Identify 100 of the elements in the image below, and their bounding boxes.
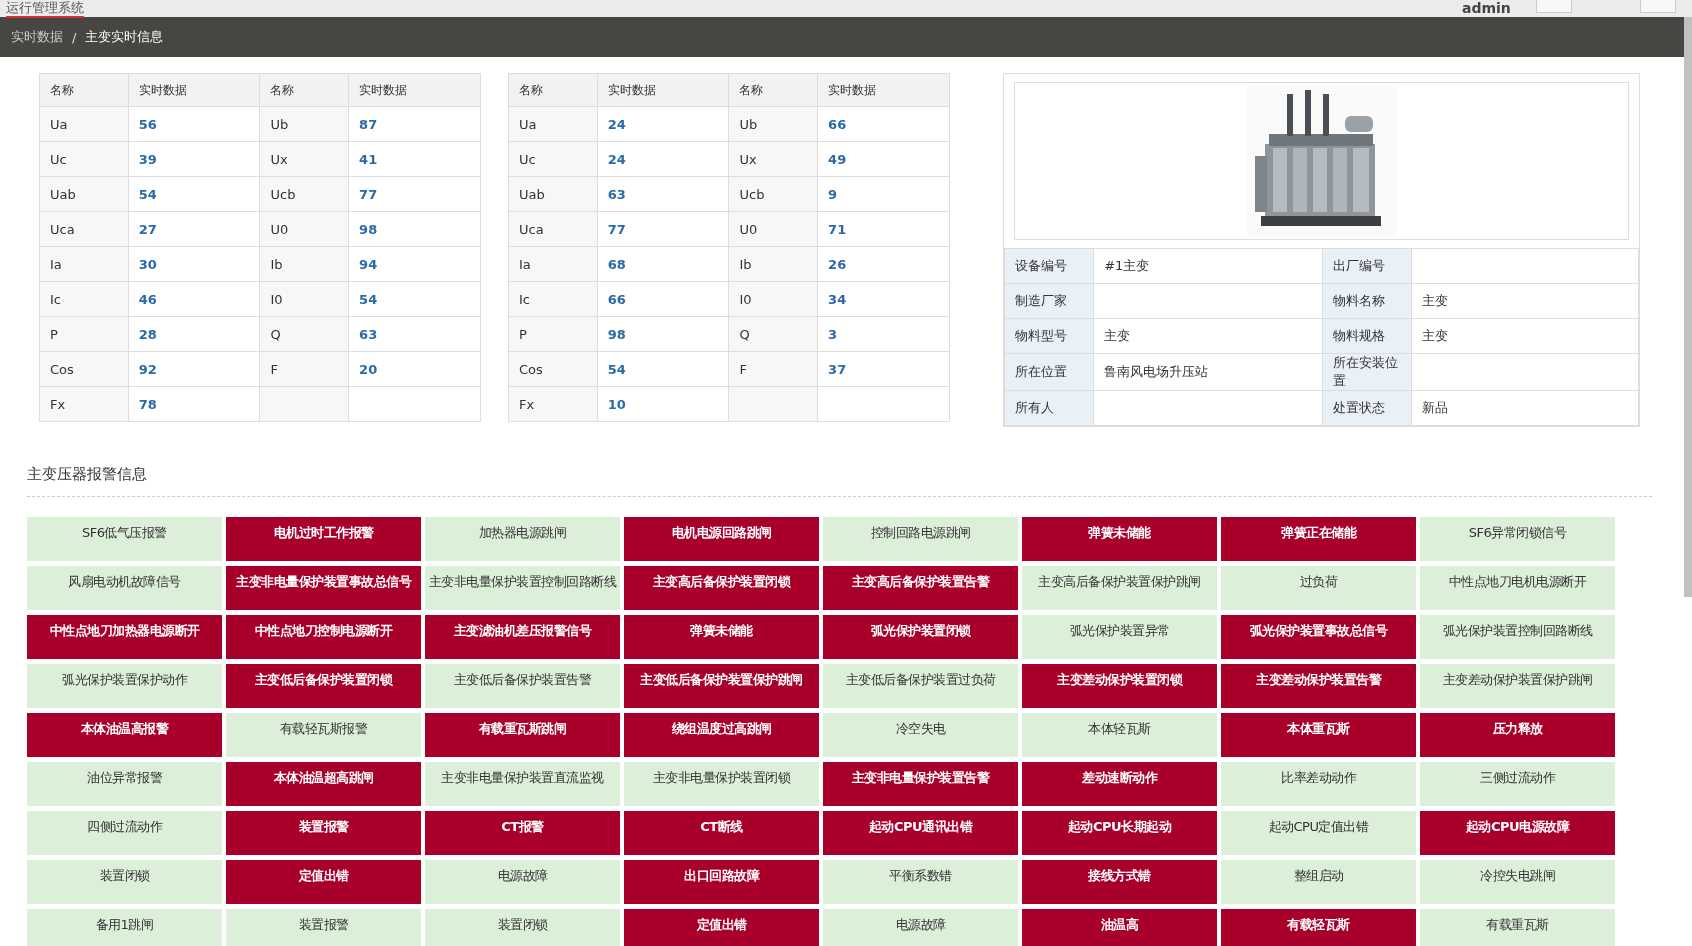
alarm-indicator: 备用1跳闸 [27, 909, 222, 946]
field-label: 物料型号 [1004, 318, 1094, 354]
table-cell: 3 [817, 316, 950, 352]
user-name: admin [1462, 0, 1511, 17]
column-header: 名称 [260, 73, 349, 107]
alarm-indicator: 主变低后备保护装置过负荷 [823, 664, 1018, 708]
alarm-indicator: 中性点地刀控制电源断开 [226, 615, 421, 659]
table-cell: 24 [597, 141, 729, 177]
alarm-indicator: 电机电源回路跳闸 [624, 517, 819, 561]
table-cell: U0 [729, 211, 818, 247]
alarm-indicator: 弹簧正在储能 [1221, 517, 1416, 561]
alarm-indicator: 接线方式错 [1022, 860, 1217, 904]
table-cell: Ia [39, 246, 129, 282]
alarm-indicator: 主变高后备保护装置保护跳闸 [1022, 566, 1217, 610]
alarm-indicator: 三侧过流动作 [1420, 762, 1615, 806]
section-title: 主变压器报警信息 [27, 465, 147, 484]
table-cell: Ub [729, 106, 818, 142]
table-cell: Ib [729, 246, 818, 282]
alarm-indicator: 冷控失电跳闸 [1420, 860, 1615, 904]
table-cell: I0 [260, 281, 349, 317]
alarm-indicator: CT报警 [425, 811, 620, 855]
table-cell: 26 [817, 246, 950, 282]
field-value: #1主变 [1093, 248, 1323, 284]
field-label: 所在安装位置 [1322, 353, 1412, 391]
alarm-indicator: 主变差动保护装置告警 [1221, 664, 1416, 708]
alarm-indicator: 过负荷 [1221, 566, 1416, 610]
table-cell: Uab [39, 176, 129, 212]
table-cell: 28 [128, 316, 260, 352]
alarm-indicator: SF6异常闭锁信号 [1420, 517, 1615, 561]
table-cell: Ia [508, 246, 598, 282]
toolbar-button[interactable] [1640, 0, 1676, 13]
alarm-indicator: 有载重瓦斯 [1420, 909, 1615, 946]
alarm-indicator: 弧光保护装置事故总信号 [1221, 615, 1416, 659]
table-cell: 94 [348, 246, 481, 282]
field-label: 物料名称 [1322, 283, 1412, 319]
toolbar-button[interactable] [1536, 0, 1572, 13]
table-cell: Cos [508, 351, 598, 387]
table-cell: 87 [348, 106, 481, 142]
table-cell: Ic [508, 281, 598, 317]
alarm-indicator: 压力释放 [1420, 713, 1615, 757]
alarm-indicator: 平衡系数错 [823, 860, 1018, 904]
table-cell: 41 [348, 141, 481, 177]
alarm-indicator: 主变低后备保护装置闭锁 [226, 664, 421, 708]
column-header: 名称 [39, 73, 129, 107]
alarm-indicator: 装置报警 [226, 909, 421, 946]
table-cell: 30 [128, 246, 260, 282]
field-label: 所有人 [1004, 390, 1094, 426]
table-cell: Ucb [729, 176, 818, 212]
scrollbar[interactable] [1684, 17, 1692, 597]
alarm-indicator: 起动CPU通讯出错 [823, 811, 1018, 855]
alarm-indicator: 本体轻瓦斯 [1022, 713, 1217, 757]
alarm-indicator: 装置报警 [226, 811, 421, 855]
table-cell: Fx [508, 386, 598, 422]
table-cell: Cos [39, 351, 129, 387]
column-header: 实时数据 [817, 73, 950, 107]
alarm-indicator: 有载重瓦斯跳闸 [425, 713, 620, 757]
table-cell: 68 [597, 246, 729, 282]
table-cell: 78 [128, 386, 260, 422]
alarm-indicator: 有载轻瓦斯报警 [226, 713, 421, 757]
column-header: 实时数据 [348, 73, 481, 107]
field-label: 所在位置 [1004, 353, 1094, 391]
alarm-indicator: 弧光保护装置控制回路断线 [1420, 615, 1615, 659]
table-cell: Uca [508, 211, 598, 247]
table-cell: P [508, 316, 598, 352]
table-cell: 77 [348, 176, 481, 212]
table-cell: 27 [128, 211, 260, 247]
alarm-indicator: 弧光保护装置异常 [1022, 615, 1217, 659]
table-cell: 34 [817, 281, 950, 317]
alarm-indicator: CT断线 [624, 811, 819, 855]
field-value: 鲁南风电场升压站 [1093, 353, 1323, 391]
alarm-indicator: 主变非电量保护装置闭锁 [624, 762, 819, 806]
alarm-indicator: 弧光保护装置保护动作 [27, 664, 222, 708]
table-cell: 98 [348, 211, 481, 247]
alarm-indicator: 本体油温高报警 [27, 713, 222, 757]
alarm-indicator: 电机过时工作报警 [226, 517, 421, 561]
table-cell: Uc [39, 141, 129, 177]
field-value: 主变 [1411, 283, 1639, 319]
table-cell: Uab [508, 176, 598, 212]
alarm-indicator: 起动CPU定值出错 [1221, 811, 1416, 855]
column-header: 名称 [729, 73, 818, 107]
table-cell: 63 [348, 316, 481, 352]
alarm-indicator: 装置闭锁 [425, 909, 620, 946]
table-cell: 71 [817, 211, 950, 247]
table-cell: 9 [817, 176, 950, 212]
field-label: 出厂编号 [1322, 248, 1412, 284]
field-label: 设备编号 [1004, 248, 1094, 284]
alarm-indicator: 本体重瓦斯 [1221, 713, 1416, 757]
alarm-indicator: 装置闭锁 [27, 860, 222, 904]
breadcrumb-item[interactable]: 实时数据 [11, 28, 63, 46]
field-label: 制造厂家 [1004, 283, 1094, 319]
alarm-indicator: 电源故障 [823, 909, 1018, 946]
table-cell: 39 [128, 141, 260, 177]
alarm-indicator: SF6低气压报警 [27, 517, 222, 561]
table-cell: 66 [597, 281, 729, 317]
alarm-indicator: 出口回路故障 [624, 860, 819, 904]
alarm-indicator: 弹簧未储能 [624, 615, 819, 659]
alarm-indicator: 起动CPU电源故障 [1420, 811, 1615, 855]
alarm-indicator: 四侧过流动作 [27, 811, 222, 855]
alarm-indicator: 主变非电量保护装置直流监视 [425, 762, 620, 806]
table-cell: Q [260, 316, 349, 352]
